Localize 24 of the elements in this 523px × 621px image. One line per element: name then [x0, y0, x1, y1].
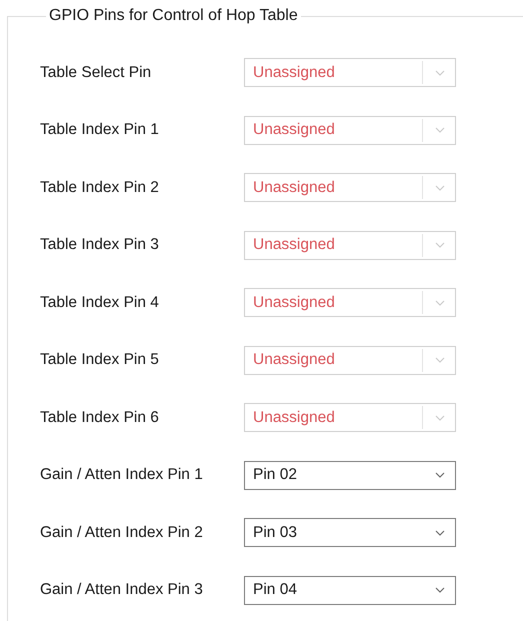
- field-label: Table Index Pin 1: [40, 120, 160, 140]
- field-label: Table Index Pin 2: [40, 178, 160, 198]
- chevron-down-icon: [435, 530, 445, 536]
- chevron-down-icon: [435, 184, 445, 191]
- field-label: Gain / Atten Index Pin 1: [40, 465, 204, 486]
- chevron-down-icon: [435, 414, 445, 421]
- chevron-down-icon: [435, 127, 445, 134]
- chevron-down-icon: [435, 300, 445, 306]
- chevron-down-icon: [435, 472, 445, 478]
- dropdown[interactable]: Pin 03: [244, 518, 456, 548]
- field-label: Table Select Pin: [40, 62, 152, 83]
- field-label: Table Index Pin 6: [40, 408, 160, 428]
- chevron-down-icon: [435, 587, 445, 594]
- chevron-down-icon: [435, 70, 445, 76]
- field-label: Gain / Atten Index Pin 2: [40, 522, 204, 543]
- chevron-down-icon: [435, 242, 445, 248]
- chevron-down-icon: [435, 357, 445, 364]
- field-label: Table Index Pin 5: [40, 350, 160, 370]
- field-label: Gain / Atten Index Pin 3: [40, 580, 204, 600]
- dropdown[interactable]: Pin 04: [244, 576, 456, 605]
- field-label: Table Index Pin 4: [40, 292, 160, 313]
- group-title: GPIO Pins for Control of Hop Table: [48, 6, 299, 26]
- field-label: Table Index Pin 3: [40, 235, 160, 256]
- dropdown[interactable]: Pin 02: [244, 460, 456, 490]
